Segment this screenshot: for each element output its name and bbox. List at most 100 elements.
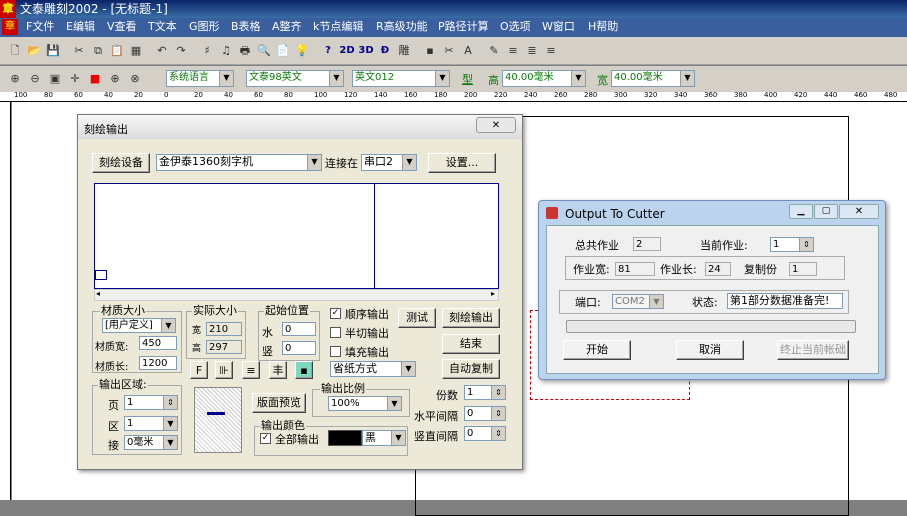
paste-icon[interactable]: 📋 (108, 42, 126, 60)
current-job-input[interactable]: 1 ⇕ (770, 237, 814, 252)
start-button[interactable]: 开始 (563, 340, 631, 360)
join-select[interactable]: 0毫米 ▼ (124, 435, 178, 450)
auto-copy-button[interactable]: 自动复制 (442, 359, 500, 379)
draw-icon[interactable]: ♫ (217, 42, 235, 60)
align-justify-icon[interactable]: ≡ (242, 361, 260, 379)
scissors-icon[interactable]: ▪ (421, 42, 439, 60)
chevron-down-icon[interactable]: ▼ (329, 71, 343, 86)
print-preview-icon[interactable]: ▦ (127, 42, 145, 60)
menu-edit[interactable]: E编辑 (66, 18, 95, 36)
redo-icon[interactable]: ↷ (172, 42, 190, 60)
color-icon[interactable]: ■ (86, 70, 104, 88)
chevron-down-icon[interactable]: ▼ (401, 362, 415, 376)
cut-icon[interactable]: ✂ (70, 42, 88, 60)
align-left-icon[interactable]: ✎ (485, 42, 503, 60)
doc-icon[interactable]: 章 (2, 19, 18, 35)
font-en-select[interactable]: 英文012 ▼ (352, 70, 450, 87)
align-right-icon[interactable]: ≣ (523, 42, 541, 60)
preview-scrollbar[interactable]: ◂ ▸ (94, 289, 499, 301)
zoom-out-icon[interactable]: ⊖ (26, 70, 44, 88)
menu-file[interactable]: F文件 (26, 18, 54, 36)
layer-icon[interactable]: 雕 (395, 42, 413, 60)
page-icon[interactable]: 🔍 (255, 42, 273, 60)
align-center-icon[interactable]: ≡ (504, 42, 522, 60)
undo-icon[interactable]: ↶ (153, 42, 171, 60)
font-lang-select[interactable]: 系统语言 ▼ (166, 70, 234, 87)
open-icon[interactable]: 📂 (25, 42, 43, 60)
pan-icon[interactable]: ✛ (66, 70, 84, 88)
chevron-down-icon[interactable]: ▼ (402, 155, 416, 170)
spin-icon[interactable]: ⇕ (799, 238, 813, 251)
new-icon[interactable]: 🗋 (6, 42, 24, 60)
fill-checkbox[interactable] (330, 346, 341, 357)
2d-icon[interactable]: ? (319, 42, 337, 60)
chevron-down-icon[interactable]: ▼ (219, 71, 233, 86)
menu-advanced[interactable]: R高级功能 (376, 18, 428, 36)
spin-icon[interactable]: ⇕ (163, 396, 177, 409)
port-select[interactable]: 串口2 ▼ (361, 154, 417, 171)
layout-preview-button[interactable]: 版面预览 (252, 393, 306, 413)
v-gap-input[interactable]: 0 ⇕ (464, 426, 506, 441)
print-icon[interactable]: 🖶 (236, 42, 254, 60)
material-preset-select[interactable]: [用户定义] ▼ (102, 318, 176, 333)
stop-current-button[interactable]: 终止当前帐础 (777, 340, 849, 360)
material-length-input[interactable]: 1200 (139, 356, 177, 370)
chevron-down-icon[interactable]: ▼ (161, 319, 175, 332)
chevron-down-icon[interactable]: ▼ (307, 155, 321, 170)
zoom-select-icon[interactable]: ⊕ (106, 70, 124, 88)
bulb-icon[interactable]: 📄 (274, 42, 292, 60)
justify-icon[interactable]: ≡ (542, 42, 560, 60)
scale-select[interactable]: 100% ▼ (328, 396, 402, 411)
chevron-down-icon[interactable]: ▼ (163, 417, 177, 430)
menu-options[interactable]: O选项 (500, 18, 531, 36)
origin-v-input[interactable]: 0 (282, 341, 316, 355)
chevron-down-icon[interactable]: ▼ (387, 397, 401, 410)
zoom-in-icon[interactable]: ⊕ (6, 70, 24, 88)
scroll-right-icon[interactable]: ▸ (491, 289, 495, 298)
halfcut-checkbox[interactable] (330, 327, 341, 338)
type-label[interactable]: 型 (462, 71, 473, 87)
close-icon[interactable]: ✕ (476, 117, 516, 133)
settings-button[interactable]: 设置... (428, 153, 496, 173)
height-input[interactable]: 40.00毫米 ▼ (502, 70, 586, 87)
copy-icon[interactable]: ⧉ (89, 42, 107, 60)
maximize-icon[interactable]: ▢ (814, 204, 838, 219)
image-icon[interactable]: ▪ (295, 361, 313, 379)
chevron-down-icon[interactable]: ▼ (391, 431, 405, 445)
menu-node-edit[interactable]: k节点编辑 (313, 18, 363, 36)
menu-window[interactable]: W窗口 (542, 18, 575, 36)
preview-pane[interactable] (94, 183, 499, 289)
spin-icon[interactable]: ⇕ (491, 386, 505, 399)
menu-table[interactable]: B表格 (231, 18, 261, 36)
close-icon[interactable]: ✕ (839, 204, 879, 219)
carve-icon[interactable]: Ð (376, 42, 394, 60)
align-right-icon[interactable]: 丰 (269, 361, 287, 379)
align-center-icon[interactable]: ⊪ (215, 361, 233, 379)
scroll-left-icon[interactable]: ◂ (96, 289, 100, 298)
material-width-input[interactable]: 450 (139, 336, 177, 350)
origin-h-input[interactable]: 0 (282, 322, 316, 336)
chevron-down-icon[interactable]: ▼ (649, 295, 663, 308)
page-input[interactable]: 1 ⇕ (124, 395, 178, 410)
carve-output-button[interactable]: 刻绘输出 (442, 308, 500, 328)
h-gap-input[interactable]: 0 ⇕ (464, 406, 506, 421)
text-icon[interactable]: ♯ (198, 42, 216, 60)
chevron-down-icon[interactable]: ▼ (680, 71, 694, 86)
device-button[interactable]: 刻绘设备 (92, 153, 150, 173)
color-select[interactable]: 黑 ▼ (362, 430, 406, 446)
width-input[interactable]: 40.00毫米 ▼ (611, 70, 695, 87)
align-left-icon[interactable]: F (190, 361, 208, 379)
menu-path[interactable]: P路径计算 (438, 18, 489, 36)
port-select[interactable]: COM2 ▼ (612, 294, 664, 309)
copies-input[interactable]: 1 ⇕ (464, 385, 506, 400)
area-select[interactable]: 1 ▼ (124, 416, 178, 431)
menu-view[interactable]: V查看 (107, 18, 137, 36)
3d-icon[interactable]: 2D (338, 42, 356, 60)
zoom-all-icon[interactable]: ⊗ (126, 70, 144, 88)
help-icon[interactable]: 💡 (293, 42, 311, 60)
end-button[interactable]: 结束 (442, 334, 500, 354)
test-button[interactable]: 测试 (398, 308, 436, 328)
spin-icon[interactable]: ⇕ (491, 427, 505, 440)
zoom-fit-icon[interactable]: ▣ (46, 70, 64, 88)
chevron-down-icon[interactable]: ▼ (571, 71, 585, 86)
